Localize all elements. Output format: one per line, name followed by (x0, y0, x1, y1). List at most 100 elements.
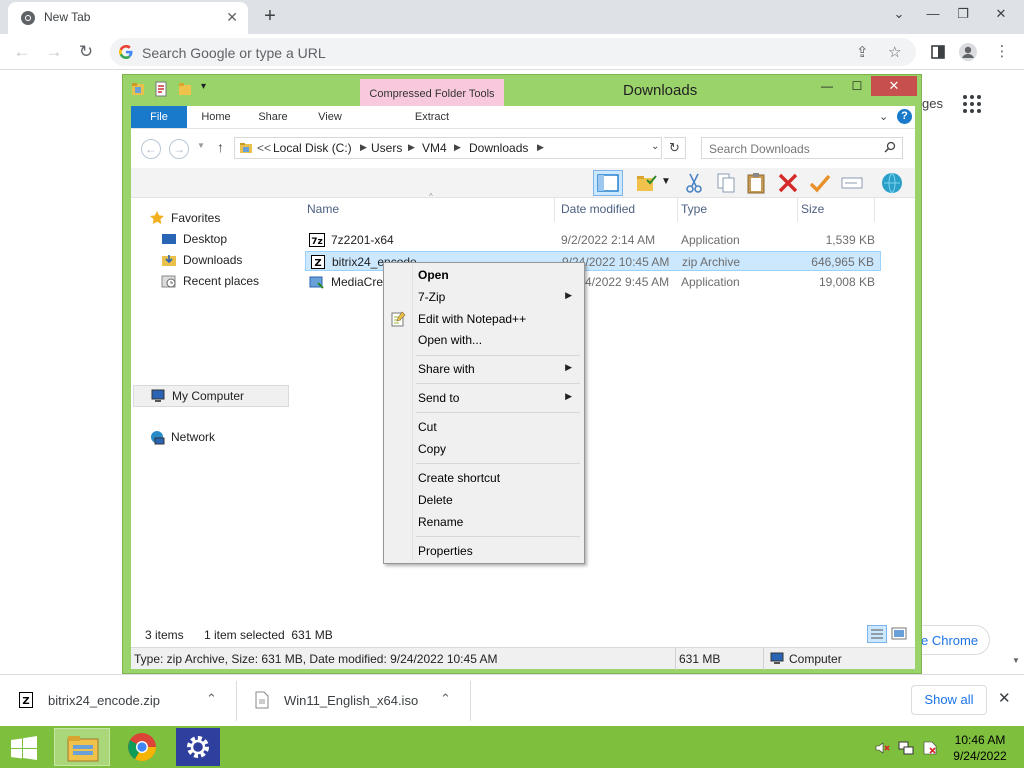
search-downloads-input[interactable]: Search Downloads (701, 137, 903, 159)
profile-avatar[interactable] (956, 40, 980, 64)
breadcrumb-arrow-icon[interactable]: ▶ (454, 142, 461, 153)
folder-options-icon[interactable] (635, 172, 657, 194)
tab-share[interactable]: Share (249, 106, 297, 128)
breadcrumb-arrow-icon[interactable]: ▶ (537, 142, 544, 153)
menu-item-properties[interactable]: Properties (386, 540, 582, 562)
breadcrumb-arrow-icon[interactable]: ▶ (360, 142, 367, 153)
menu-item-open[interactable]: Open (386, 264, 582, 286)
breadcrumb-local-disk[interactable]: Local Disk (C:) (273, 141, 352, 155)
apps-grid-icon[interactable] (962, 94, 982, 114)
close-download-shelf-icon[interactable]: ✕ (998, 689, 1011, 707)
preview-pane-icon[interactable] (593, 170, 623, 196)
network-status-icon[interactable] (898, 740, 914, 756)
breadcrumb-arrow-icon[interactable]: ▶ (408, 142, 415, 153)
omnibox[interactable]: Search Google or type a URL ⇪ ☆ (110, 38, 916, 66)
column-divider[interactable] (874, 198, 875, 222)
column-header-date-modified[interactable]: Date modified (561, 202, 635, 222)
menu-item-send-to[interactable]: Send to ▶ (386, 387, 582, 409)
column-header-type[interactable]: Type (681, 202, 707, 222)
copy-icon[interactable] (715, 172, 737, 194)
explorer-back-button[interactable]: ← (141, 139, 161, 159)
selection-status: 1 item selected 631 MB (204, 628, 333, 642)
windows-start-icon[interactable] (10, 736, 38, 760)
explorer-maximize-button[interactable]: ☐ (843, 76, 871, 96)
download-item-iso[interactable]: Win11_English_x64.iso ⌃ (254, 683, 460, 719)
menu-item-delete[interactable]: Delete (386, 489, 582, 511)
restore-button[interactable]: ❐ (948, 2, 978, 26)
menu-item-7zip[interactable]: 7-Zip ▶ (386, 286, 582, 308)
large-icons-view-icon[interactable] (889, 625, 909, 643)
new-tab-button[interactable]: + (258, 4, 282, 28)
column-divider[interactable] (677, 198, 678, 222)
menu-item-rename[interactable]: Rename (386, 511, 582, 533)
delete-icon[interactable] (777, 172, 799, 194)
taskbar-file-explorer[interactable] (54, 728, 110, 766)
file-row[interactable]: 7z 7z2201-x64 9/2/2022 2:14 AM Applicati… (305, 230, 881, 250)
tab-file[interactable]: File (131, 106, 187, 128)
qat-dropdown-icon[interactable]: ▾ (201, 81, 211, 97)
column-divider[interactable] (554, 198, 555, 222)
address-bar[interactable]: << Local Disk (C:) ▶ Users ▶ VM4 ▶ Downl… (234, 137, 662, 159)
download-chevron-up-icon[interactable]: ⌃ (440, 691, 451, 707)
tab-search-chevron-icon[interactable]: ⌄ (884, 2, 914, 26)
menu-item-share-with[interactable]: Share with ▶ (386, 358, 582, 380)
check-icon[interactable] (809, 172, 831, 194)
reload-button[interactable]: ↻ (74, 40, 98, 64)
tab-extract[interactable]: Extract (360, 106, 504, 128)
refresh-button[interactable]: ↻ (664, 137, 686, 159)
back-button[interactable]: ← (10, 40, 34, 64)
tab-close-icon[interactable]: ✕ (226, 9, 238, 26)
download-chevron-up-icon[interactable]: ⌃ (206, 691, 217, 707)
rename-icon[interactable] (841, 172, 863, 194)
column-header-size[interactable]: Size (801, 202, 824, 222)
address-dropdown-icon[interactable]: ⌄ (651, 141, 659, 152)
taskbar-chrome[interactable] (115, 728, 171, 766)
new-folder-icon[interactable] (178, 81, 192, 97)
breadcrumb-vm4[interactable]: VM4 (422, 141, 447, 155)
tab-new-tab[interactable]: New Tab ✕ (8, 2, 248, 34)
close-window-button[interactable]: ✕ (986, 2, 1016, 26)
download-item-zip[interactable]: Z bitrix24_encode.zip ⌃ (18, 683, 224, 719)
file-name: MediaCrea (331, 275, 390, 289)
menu-item-cut[interactable]: Cut (386, 416, 582, 438)
help-icon[interactable]: ? (897, 109, 912, 124)
details-view-icon[interactable] (867, 625, 887, 643)
menu-item-create-shortcut[interactable]: Create shortcut (386, 467, 582, 489)
taskbar-settings[interactable] (176, 728, 220, 766)
recent-locations-icon[interactable]: ▼ (197, 141, 205, 150)
chrome-menu-icon[interactable]: ⋮ (990, 40, 1014, 64)
search-icon[interactable] (884, 141, 896, 153)
forward-button[interactable]: → (42, 40, 66, 64)
taskbar-clock[interactable]: 10:46 AM 9/24/2022 (946, 732, 1014, 764)
scroll-down-arrow-icon[interactable]: ▼ (1012, 656, 1020, 665)
minimize-button[interactable]: — (918, 2, 948, 26)
action-center-icon[interactable] (922, 740, 938, 756)
globe-icon[interactable] (881, 172, 903, 194)
cut-icon[interactable] (683, 172, 705, 194)
tab-home[interactable]: Home (193, 106, 239, 128)
menu-item-copy[interactable]: Copy (386, 438, 582, 460)
share-icon[interactable]: ⇪ (856, 43, 869, 61)
folder-options-dropdown-icon[interactable]: ▼ (661, 176, 683, 198)
tab-view[interactable]: View (307, 106, 353, 128)
explorer-minimize-button[interactable]: — (813, 76, 841, 96)
properties-icon[interactable] (154, 81, 168, 97)
menu-item-edit-with-notepad[interactable]: Edit with Notepad++ (386, 308, 582, 330)
breadcrumb-downloads[interactable]: Downloads (469, 141, 528, 155)
side-panel-icon[interactable] (926, 40, 950, 64)
volume-muted-icon[interactable] (874, 740, 890, 756)
paste-icon[interactable] (745, 172, 767, 194)
chrome-icon (21, 11, 35, 25)
up-one-level-icon[interactable]: ↑ (217, 139, 224, 155)
bookmark-star-icon[interactable]: ☆ (888, 43, 901, 61)
breadcrumb-overflow[interactable]: << (257, 141, 271, 155)
column-divider[interactable] (797, 198, 798, 222)
show-all-downloads-button[interactable]: Show all (911, 685, 987, 715)
breadcrumb-users[interactable]: Users (371, 141, 402, 155)
column-header-name[interactable]: Name (307, 202, 339, 222)
menu-item-open-with[interactable]: Open with... (386, 329, 582, 351)
nav-my-computer[interactable]: My Computer (133, 385, 289, 407)
explorer-forward-button[interactable]: → (169, 139, 189, 159)
explorer-close-button[interactable]: ✕ (871, 76, 917, 96)
ribbon-expand-chevron-icon[interactable]: ⌄ (879, 110, 888, 123)
